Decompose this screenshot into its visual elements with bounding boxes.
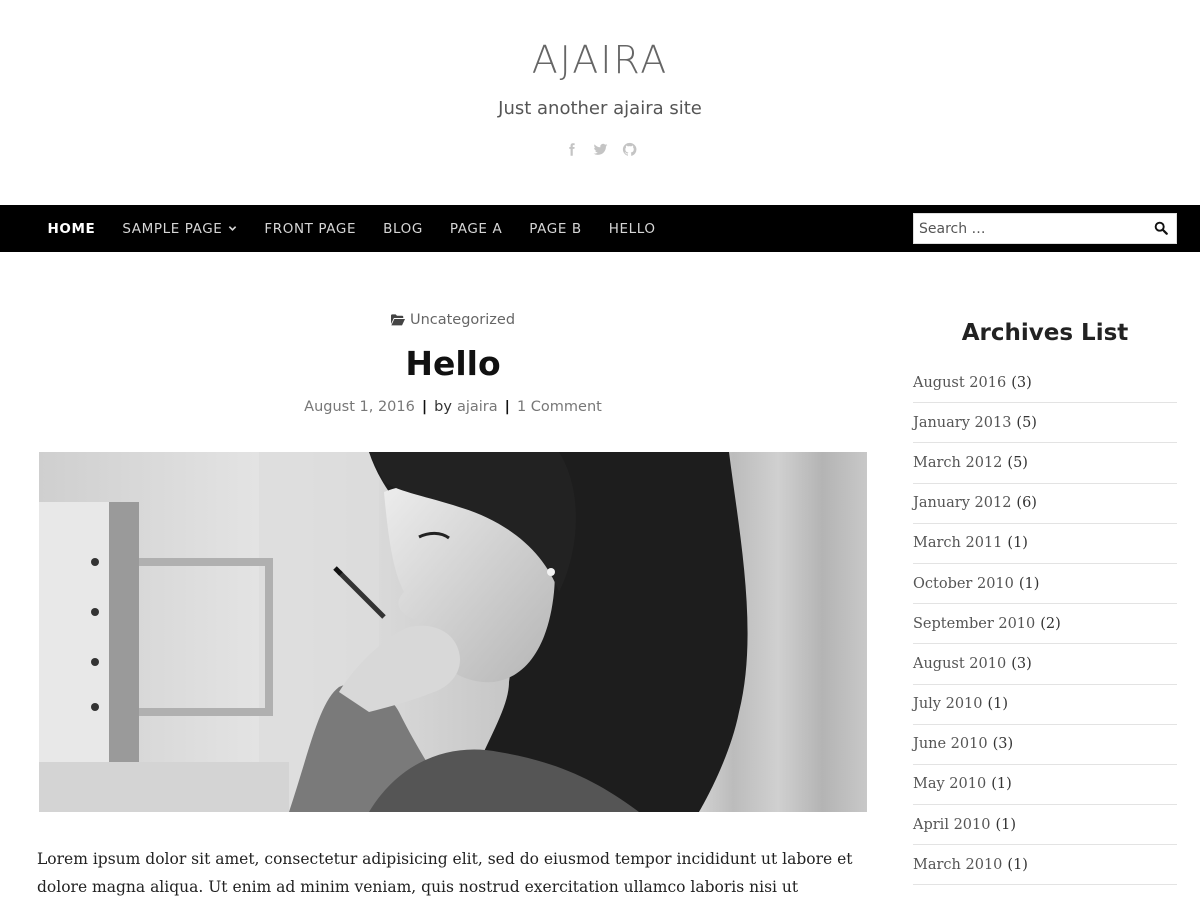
facebook-icon[interactable] xyxy=(563,141,580,158)
archive-count: (1) xyxy=(1007,535,1028,552)
nav-item-page-b[interactable]: PAGE B xyxy=(516,221,595,237)
folder-open-icon xyxy=(390,314,405,326)
archive-item: August 2010 (3) xyxy=(913,644,1177,685)
nav-item-page-a[interactable]: PAGE A xyxy=(436,221,515,237)
post-author[interactable]: ajaira xyxy=(457,399,498,415)
post-title[interactable]: Hello xyxy=(37,344,869,383)
archive-link[interactable]: June 2010 xyxy=(913,736,988,752)
archive-count: (1) xyxy=(987,696,1009,713)
nav-menu: HOME SAMPLE PAGE FRONT PAGE BLOG PAGE A … xyxy=(34,205,669,252)
archive-link[interactable]: March 2010 xyxy=(913,857,1002,873)
archive-link[interactable]: March 2012 xyxy=(913,455,1002,471)
archive-link[interactable]: July 2010 xyxy=(913,696,983,712)
site-title[interactable]: AJAIRA xyxy=(0,38,1200,82)
archive-count: (3) xyxy=(1011,374,1032,391)
archive-count: (5) xyxy=(1016,414,1037,431)
site-header: AJAIRA Just another ajaira site xyxy=(0,0,1200,205)
post-comments-link[interactable]: 1 Comment xyxy=(517,399,602,415)
chevron-down-icon xyxy=(228,224,237,233)
archive-link[interactable]: January 2012 xyxy=(913,495,1011,511)
archive-item: July 2010 (1) xyxy=(913,685,1177,725)
archive-item: September 2010 (2) xyxy=(913,604,1177,645)
nav-item-home[interactable]: HOME xyxy=(34,221,109,237)
archive-link[interactable]: January 2013 xyxy=(913,415,1011,431)
post-meta: August 1, 2016 | by ajaira | 1 Comment xyxy=(37,399,869,415)
search-icon[interactable] xyxy=(1154,221,1168,235)
archive-count: (1) xyxy=(991,776,1012,793)
archive-count: (2) xyxy=(1040,615,1061,632)
category-link[interactable]: Uncategorized xyxy=(410,312,515,328)
archive-link[interactable]: October 2010 xyxy=(913,576,1014,592)
archive-item: March 2011 (1) xyxy=(913,524,1177,564)
archive-link[interactable]: September 2010 xyxy=(913,616,1035,632)
archive-link[interactable]: May 2010 xyxy=(913,776,986,792)
search-form xyxy=(913,213,1177,244)
archive-count: (1) xyxy=(1018,575,1040,592)
archive-item: October 2010 (1) xyxy=(913,564,1177,605)
post-date[interactable]: August 1, 2016 xyxy=(304,399,415,415)
archive-item: March 2012 (5) xyxy=(913,443,1177,484)
nav-item-label: SAMPLE PAGE xyxy=(122,220,223,237)
archive-count: (1) xyxy=(1007,856,1028,873)
nav-item-hello[interactable]: HELLO xyxy=(595,221,669,237)
archives-title: Archives List xyxy=(961,320,1129,346)
search-input[interactable] xyxy=(914,214,1142,243)
archive-item: June 2010 (3) xyxy=(913,725,1177,765)
archive-link[interactable]: August 2010 xyxy=(913,656,1006,672)
site-tagline: Just another ajaira site xyxy=(498,98,702,119)
archive-item: January 2013 (5) xyxy=(913,403,1177,444)
featured-image[interactable] xyxy=(39,452,867,812)
archive-count: (5) xyxy=(1007,454,1028,471)
nav-item-front-page[interactable]: FRONT PAGE xyxy=(251,221,370,237)
social-links xyxy=(0,141,1200,158)
by-label: by xyxy=(434,399,452,415)
archive-item: January 2012 (6) xyxy=(913,484,1177,524)
github-icon[interactable] xyxy=(621,141,638,158)
twitter-icon[interactable] xyxy=(592,141,609,158)
archive-item: April 2010 (1) xyxy=(913,805,1177,846)
archive-count: (6) xyxy=(1016,495,1037,512)
nav-item-sample-page[interactable]: SAMPLE PAGE xyxy=(109,221,251,237)
post-excerpt: Lorem ipsum dolor sit amet, consectetur … xyxy=(37,850,853,896)
archive-link[interactable]: April 2010 xyxy=(913,817,990,833)
archive-item: August 2016 (3) xyxy=(913,363,1177,404)
archive-count: (3) xyxy=(1011,655,1032,672)
archive-count: (3) xyxy=(992,736,1014,753)
archive-item: March 2010 (1) xyxy=(913,845,1177,886)
archive-link[interactable]: March 2011 xyxy=(913,535,1002,551)
post-category: Uncategorized xyxy=(37,312,869,328)
meta-separator: | xyxy=(421,399,428,415)
meta-separator: | xyxy=(504,399,510,415)
archives-list: August 2016 (3) January 2013 (5) March 201… xyxy=(913,363,1177,886)
archive-link[interactable]: August 2016 xyxy=(913,375,1006,391)
nav-item-blog[interactable]: BLOG xyxy=(370,221,437,237)
archive-count: (1) xyxy=(995,816,1017,833)
archive-item: May 2010 (1) xyxy=(913,765,1177,806)
